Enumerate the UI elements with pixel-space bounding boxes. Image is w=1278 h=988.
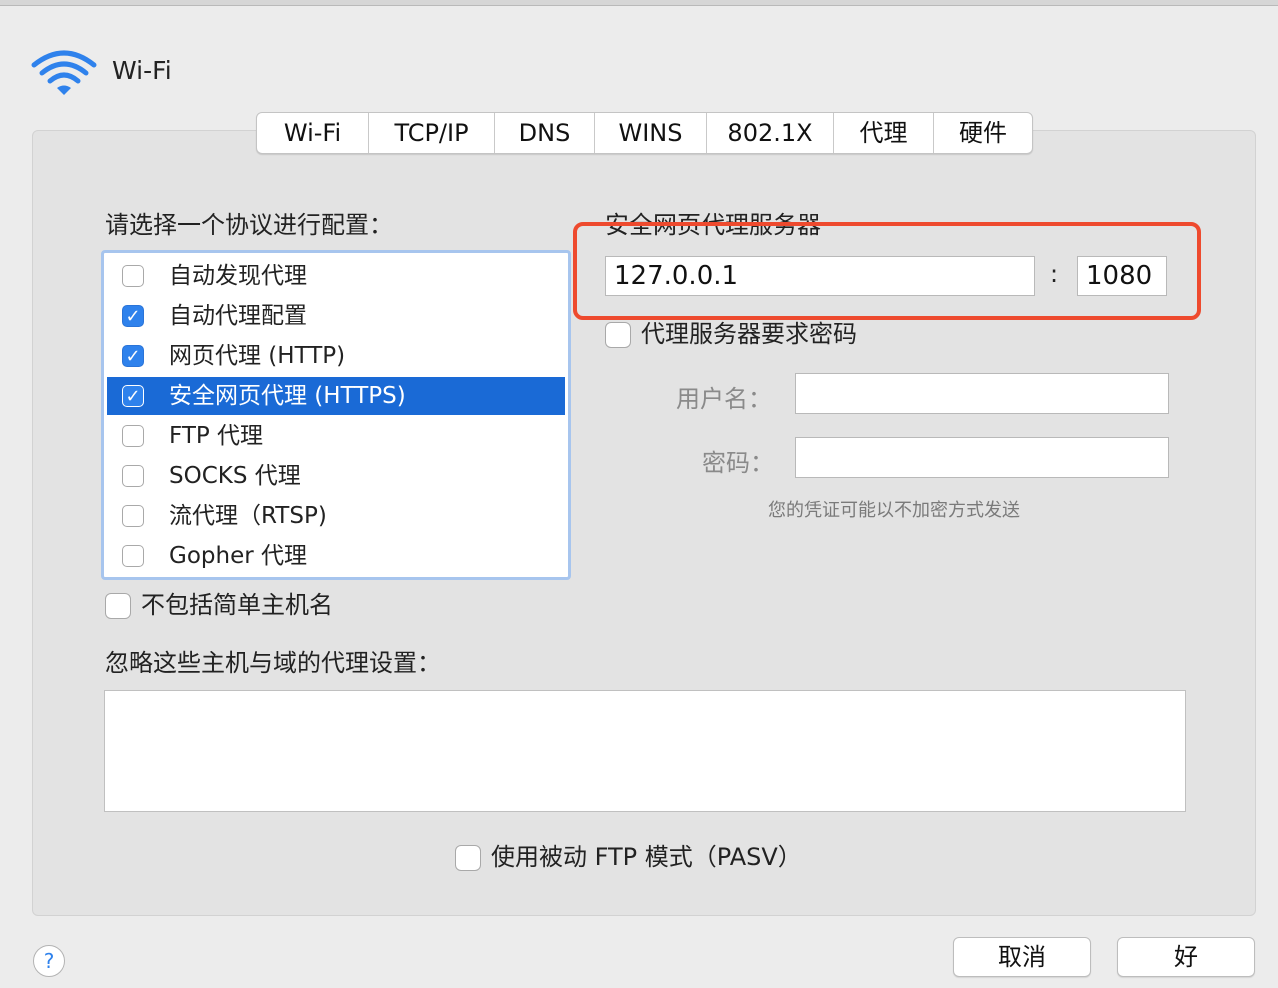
protocol-label: Gopher 代理 — [169, 543, 307, 569]
protocol-label: 网页代理 (HTTP) — [169, 343, 346, 369]
protocol-label: 自动发现代理 — [169, 263, 307, 289]
protocol-section-title: 请选择一个协议进行配置： — [105, 211, 393, 239]
password-field[interactable] — [795, 437, 1169, 478]
tab-hardware[interactable]: 硬件 — [934, 113, 1032, 153]
tab-tcpip[interactable]: TCP/IP — [369, 113, 495, 153]
tab-wins[interactable]: WINS — [595, 113, 707, 153]
checkbox[interactable]: ✓ — [122, 265, 144, 287]
tab-bar: Wi-Fi TCP/IP DNS WINS 802.1X 代理 硬件 — [256, 112, 1033, 154]
protocol-item[interactable]: ✓ SOCKS 代理 — [107, 457, 565, 495]
tab-dns[interactable]: DNS — [495, 113, 595, 153]
passive-ftp-label: 使用被动 FTP 模式（PASV） — [491, 843, 802, 871]
protocol-label: 自动代理配置 — [169, 303, 307, 329]
require-password-label: 代理服务器要求密码 — [641, 320, 857, 348]
window-top-edge — [0, 0, 1278, 6]
checkbox[interactable]: ✓ — [122, 545, 144, 567]
protocol-label: FTP 代理 — [169, 423, 264, 449]
exclude-simple-hostnames-label: 不包括简单主机名 — [141, 591, 333, 619]
protocol-label: 安全网页代理 (HTTPS) — [169, 383, 406, 409]
tab-8021x[interactable]: 802.1X — [707, 113, 834, 153]
passive-ftp-checkbox[interactable]: ✓ — [455, 845, 481, 871]
protocol-item[interactable]: ✓ 流代理（RTSP) — [107, 497, 565, 535]
password-label: 密码： — [702, 449, 774, 477]
username-label: 用户名： — [676, 385, 772, 413]
protocol-item[interactable]: ✓ 自动发现代理 — [107, 257, 565, 295]
cancel-button[interactable]: 取消 — [953, 937, 1091, 977]
credentials-hint: 您的凭证可能以不加密方式发送 — [768, 500, 1020, 521]
protocol-label: 流代理（RTSP) — [169, 503, 327, 529]
help-button[interactable]: ? — [33, 945, 65, 977]
wifi-icon — [31, 50, 97, 95]
ok-button[interactable]: 好 — [1117, 937, 1255, 977]
checkbox[interactable]: ✓ — [122, 505, 144, 527]
tab-proxies[interactable]: 代理 — [834, 113, 934, 153]
username-field[interactable] — [795, 373, 1169, 414]
highlight-annotation — [573, 222, 1201, 320]
checkbox[interactable]: ✓ — [122, 385, 144, 407]
protocol-item[interactable]: ✓ FTP 代理 — [107, 417, 565, 455]
header: Wi-Fi — [30, 44, 172, 98]
checkbox[interactable]: ✓ — [122, 305, 144, 327]
protocol-item[interactable]: ✓ 自动代理配置 — [107, 297, 565, 335]
tab-wifi[interactable]: Wi-Fi — [257, 113, 369, 153]
checkbox[interactable]: ✓ — [122, 465, 144, 487]
checkbox[interactable]: ✓ — [122, 345, 144, 367]
protocol-item-selected[interactable]: ✓ 安全网页代理 (HTTPS) — [107, 377, 565, 415]
protocol-label: SOCKS 代理 — [169, 463, 301, 489]
require-password-checkbox[interactable]: ✓ — [605, 322, 631, 348]
protocol-list: ✓ 自动发现代理 ✓ 自动代理配置 ✓ 网页代理 (HTTP) ✓ 安全网页代理… — [101, 250, 571, 580]
bypass-title: 忽略这些主机与域的代理设置： — [105, 649, 441, 677]
network-service-title: Wi-Fi — [112, 56, 172, 85]
bypass-hosts-textarea[interactable] — [104, 690, 1186, 812]
checkbox[interactable]: ✓ — [122, 425, 144, 447]
exclude-simple-hostnames-checkbox[interactable]: ✓ — [105, 593, 131, 619]
protocol-item[interactable]: ✓ 网页代理 (HTTP) — [107, 337, 565, 375]
protocol-item[interactable]: ✓ Gopher 代理 — [107, 537, 565, 575]
